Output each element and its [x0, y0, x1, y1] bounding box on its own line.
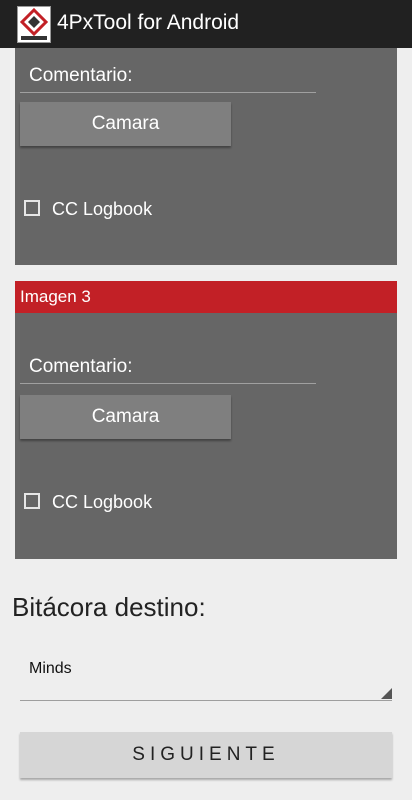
image-panel: Imagen 3 Comentario: Camara CC Logbook [15, 281, 397, 559]
panel-header: Imagen 3 [15, 281, 397, 313]
destination-selected-value: Minds [29, 660, 72, 677]
cc-logbook-label: CC Logbook [52, 199, 153, 219]
next-button[interactable]: SIGUIENTE [20, 732, 392, 778]
comment-field[interactable]: Comentario: [20, 353, 316, 384]
app-logo-icon [17, 6, 51, 43]
dropdown-arrow-icon [381, 688, 392, 699]
destination-label: Bitácora destino: [12, 592, 206, 622]
cc-logbook-checkbox[interactable] [24, 200, 40, 216]
panel-title: Imagen 3 [20, 287, 91, 306]
cc-logbook-checkbox[interactable] [24, 493, 40, 509]
destination-spinner[interactable]: Minds [20, 652, 392, 701]
cc-logbook-row[interactable]: CC Logbook [24, 491, 224, 515]
cc-logbook-row[interactable]: CC Logbook [24, 198, 224, 222]
camera-button[interactable]: Camara [20, 102, 231, 146]
comment-field-label: Comentario: [29, 65, 133, 86]
comment-field-label: Comentario: [29, 356, 133, 377]
cc-logbook-label: CC Logbook [52, 492, 153, 512]
camera-button[interactable]: Camara [20, 395, 231, 439]
comment-field[interactable]: Comentario: [20, 62, 316, 93]
image-panel: Comentario: Camara CC Logbook [15, 48, 397, 265]
app-title: 4PxTool for Android [57, 11, 240, 34]
app-bar: 4PxTool for Android [0, 0, 412, 48]
